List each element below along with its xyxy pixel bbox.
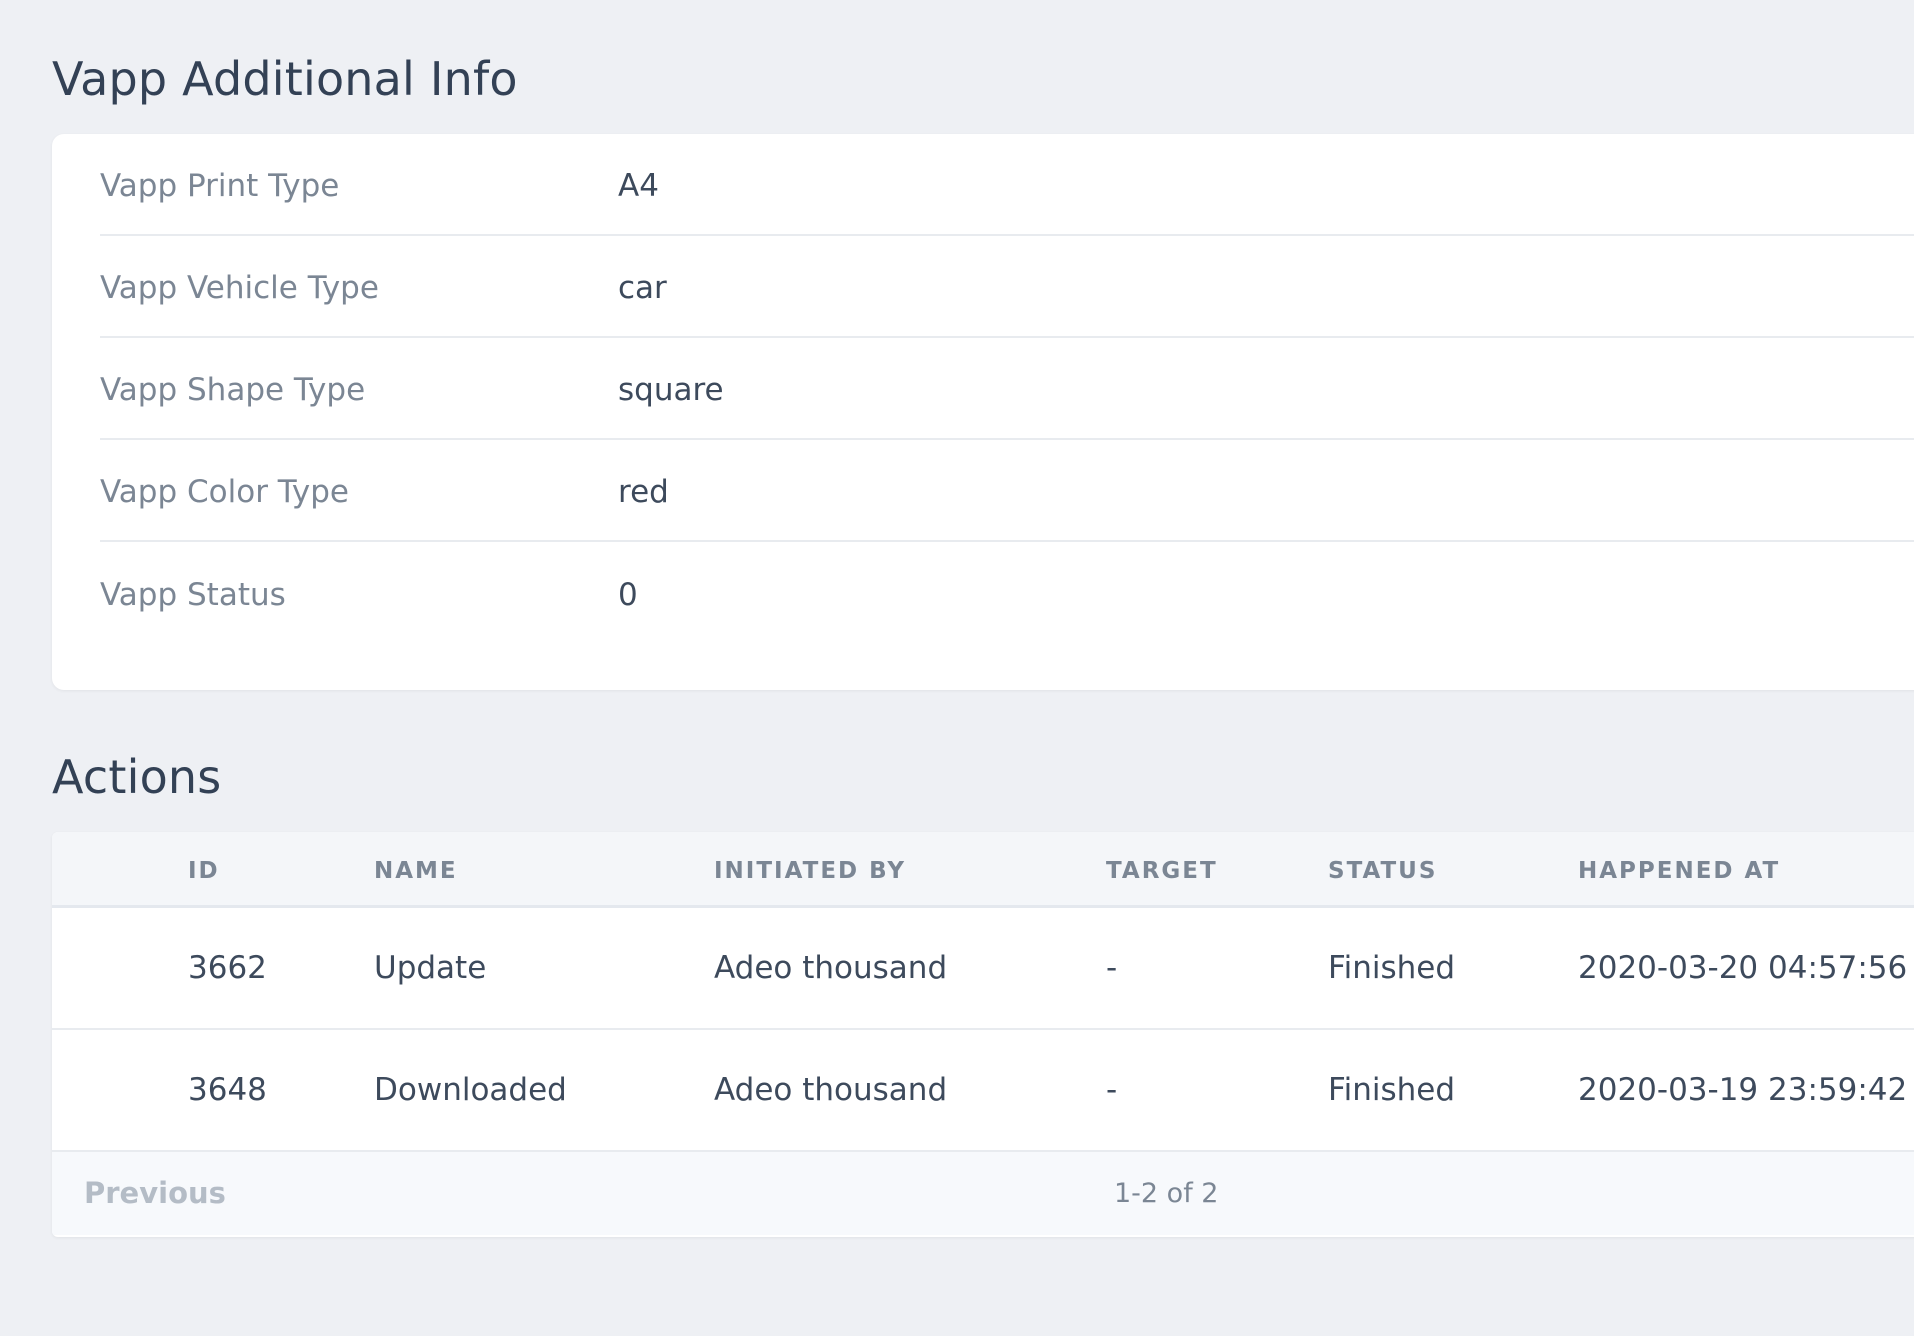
- info-label: Vapp Vehicle Type: [100, 270, 379, 306]
- info-row-print-type: Vapp Print Type A4: [100, 134, 1914, 236]
- info-card: Vapp Print Type A4 Vapp Vehicle Type car…: [52, 134, 1914, 690]
- cell-target: -: [1106, 950, 1118, 986]
- info-label: Vapp Shape Type: [100, 372, 366, 408]
- info-row-status: Vapp Status 0: [100, 542, 1914, 644]
- column-header-id[interactable]: ID: [188, 858, 220, 884]
- cell-initiated-by: Adeo thousand: [714, 1072, 948, 1108]
- info-label: Vapp Status: [100, 577, 286, 613]
- actions-section-title: Actions: [52, 750, 222, 804]
- cell-status: Finished: [1328, 950, 1455, 986]
- info-value: square: [618, 372, 724, 408]
- cell-initiated-by: Adeo thousand: [714, 950, 948, 986]
- table-row[interactable]: 3662 Update Adeo thousand - Finished 202…: [52, 908, 1914, 1030]
- info-value: red: [618, 474, 669, 510]
- cell-target: -: [1106, 1072, 1118, 1108]
- info-row-color-type: Vapp Color Type red: [100, 440, 1914, 542]
- column-header-initiated-by[interactable]: INITIATED BY: [714, 858, 906, 884]
- actions-table: ID NAME INITIATED BY TARGET STATUS HAPPE…: [52, 832, 1914, 1237]
- info-value: car: [618, 270, 667, 306]
- info-row-vehicle-type: Vapp Vehicle Type car: [100, 236, 1914, 338]
- previous-page-button[interactable]: Previous: [84, 1176, 226, 1210]
- cell-happened-at: 2020-03-20 04:57:56: [1578, 950, 1908, 986]
- info-value: 0: [618, 577, 638, 613]
- column-header-target[interactable]: TARGET: [1106, 858, 1218, 884]
- cell-id: 3648: [188, 1072, 267, 1108]
- pagination-bar: Previous 1-2 of 2: [52, 1152, 1914, 1235]
- cell-status: Finished: [1328, 1072, 1455, 1108]
- column-header-status[interactable]: STATUS: [1328, 858, 1437, 884]
- cell-happened-at: 2020-03-19 23:59:42: [1578, 1072, 1908, 1108]
- column-header-name[interactable]: NAME: [374, 858, 458, 884]
- column-header-happened-at[interactable]: HAPPENED AT: [1578, 858, 1780, 884]
- info-label: Vapp Color Type: [100, 474, 349, 510]
- info-row-shape-type: Vapp Shape Type square: [100, 338, 1914, 440]
- table-header: ID NAME INITIATED BY TARGET STATUS HAPPE…: [52, 832, 1914, 908]
- cell-name: Update: [374, 950, 487, 986]
- pagination-range: 1-2 of 2: [1114, 1178, 1219, 1209]
- info-value: A4: [618, 168, 659, 204]
- cell-id: 3662: [188, 950, 267, 986]
- info-section-title: Vapp Additional Info: [52, 52, 518, 106]
- cell-name: Downloaded: [374, 1072, 567, 1108]
- info-label: Vapp Print Type: [100, 168, 340, 204]
- table-row[interactable]: 3648 Downloaded Adeo thousand - Finished…: [52, 1030, 1914, 1152]
